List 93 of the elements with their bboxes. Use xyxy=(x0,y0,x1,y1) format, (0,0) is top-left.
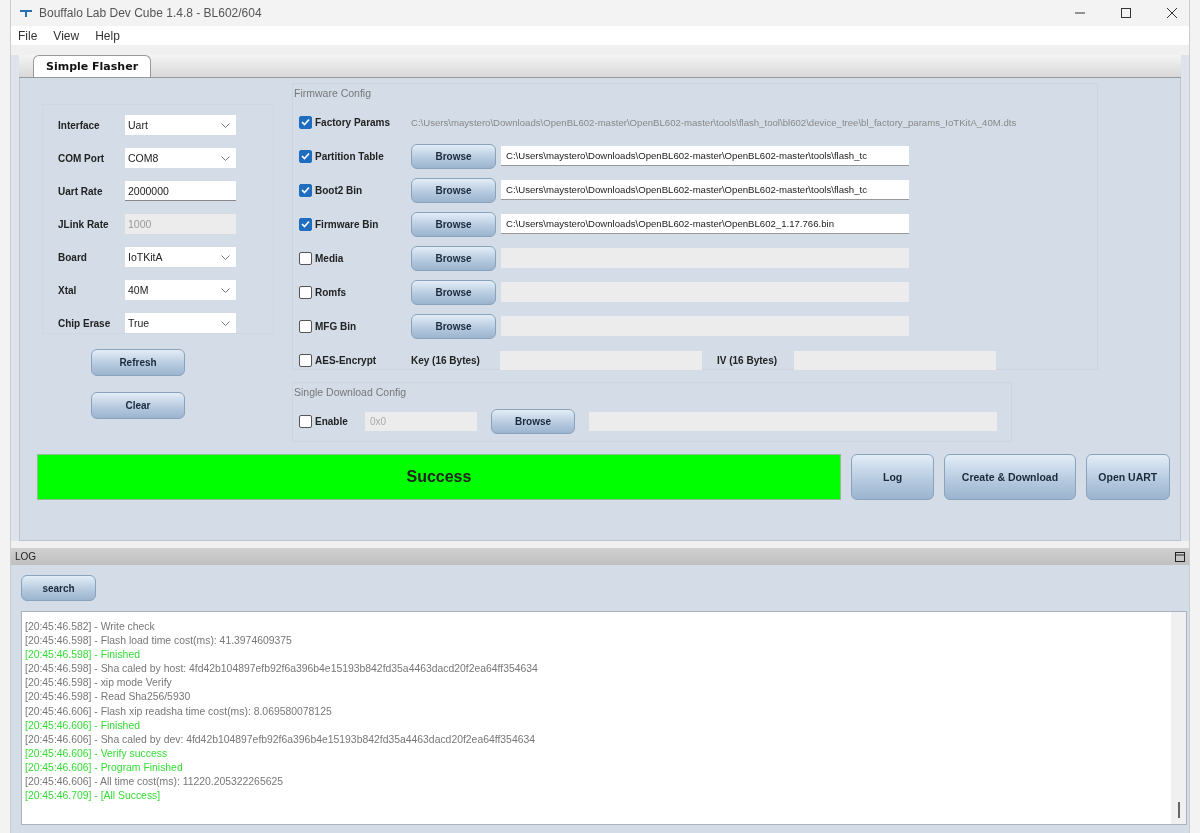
log-line: [20:45:46.598] - Finished xyxy=(25,648,141,663)
field-label: Interface xyxy=(58,119,101,131)
checkbox-label: Partition Table xyxy=(315,150,384,162)
dropdown[interactable]: COM8 xyxy=(125,148,236,168)
checkmark-icon xyxy=(301,186,310,194)
field-label: COM Port xyxy=(58,152,106,164)
maximize-icon xyxy=(1121,8,1131,18)
path-field[interactable] xyxy=(589,411,997,431)
menu-item[interactable]: Help xyxy=(94,28,121,43)
path-field[interactable] xyxy=(501,316,909,336)
checkbox[interactable] xyxy=(299,319,312,333)
log-line: [20:45:46.606] - Sha caled by dev: 4fd42b104897efb92f6a396b4e15193b842fd35a4463dacd20f2ea64ff354634 xyxy=(25,732,536,747)
button[interactable]: Log xyxy=(850,454,935,500)
checkbox-label: Boot2 Bin xyxy=(315,184,363,196)
browse-button[interactable]: Browse xyxy=(411,279,496,305)
browse-button[interactable]: Browse xyxy=(411,177,496,203)
close-icon xyxy=(1167,8,1177,18)
iv-field[interactable] xyxy=(794,350,996,370)
log-line: [20:45:46.606] - Program Finished xyxy=(25,760,184,775)
app-icon xyxy=(19,8,33,18)
field-label: IV (16 Bytes) xyxy=(717,354,779,366)
checkbox-label: MFG Bin xyxy=(315,320,357,332)
panel-title: LOG xyxy=(15,551,37,562)
path-field[interactable]: C:\Users\maystero\Downloads\OpenBL602-master\OpenBL602-master\tools\flash_tc xyxy=(501,180,909,200)
path-field[interactable] xyxy=(501,248,909,268)
group-title: Single Download Config xyxy=(294,386,408,398)
button[interactable]: Clear xyxy=(91,392,185,419)
key-field[interactable] xyxy=(500,350,702,370)
browse-button[interactable]: Browse xyxy=(411,143,496,169)
restore-icon xyxy=(1175,551,1185,562)
checkbox[interactable] xyxy=(299,149,312,163)
checkmark-icon xyxy=(301,220,310,228)
field-label: Key (16 Bytes) xyxy=(411,354,481,366)
checkbox-label: Firmware Bin xyxy=(315,218,379,230)
chevron-icon xyxy=(221,155,230,161)
log-line: [20:45:46.598] - Read Sha256/5930 xyxy=(25,690,192,705)
chevron-icon xyxy=(221,320,230,326)
log-line: [20:45:46.598] - Sha caled by host: 4fd42b104897efb92f6a396b4e15193b842fd35a4463dacd20f2ea64ff354634 xyxy=(25,662,539,677)
checkmark-icon xyxy=(301,152,310,160)
dropdown[interactable]: IoTKitA xyxy=(125,247,236,267)
field-label: Uart Rate xyxy=(58,185,104,197)
tab[interactable]: Simple Flasher xyxy=(33,55,152,77)
chevron-icon xyxy=(221,254,230,260)
file-path: C:\Users\maystero\Downloads\OpenBL602-master\OpenBL602-master\tools\flash_tool\bl602\device_tree\bl_factory_params_IoTKitA_40M.dts xyxy=(411,116,1017,128)
log-line: [20:45:46.709] - [All Success] xyxy=(25,789,162,804)
log-line: [20:45:46.582] - Write check xyxy=(25,620,156,634)
field-label: JLink Rate xyxy=(58,218,110,230)
button[interactable]: Refresh xyxy=(91,349,185,376)
checkmark-icon xyxy=(301,118,310,126)
log-line: [20:45:46.598] - Flash load time cost(ms): 41.3974609375 xyxy=(25,634,293,649)
button[interactable]: Open UART xyxy=(1085,454,1170,500)
checkbox-label: Romfs xyxy=(315,286,347,298)
search-button[interactable]: search xyxy=(21,575,96,601)
log-line: [20:45:46.606] - Verify success xyxy=(25,746,169,761)
log-line: [20:45:46.606] - Finished xyxy=(25,718,141,733)
scrollbar[interactable] xyxy=(1171,612,1186,824)
log-line: [20:45:46.606] - Flash xip readsha time cost(ms): 8.069580078125 xyxy=(25,704,333,719)
chevron-icon xyxy=(221,122,230,128)
log-line: [20:45:46.606] - All time cost(ms): 11220.205322265625 xyxy=(25,775,284,790)
scroll-thumb[interactable] xyxy=(1177,802,1180,818)
window-title: Bouffalo Lab Dev Cube 1.4.8 - BL602/604 xyxy=(39,6,262,20)
checkbox[interactable] xyxy=(299,115,312,129)
checkbox-label: AES-Encrypt xyxy=(315,354,377,366)
dropdown[interactable]: Uart xyxy=(125,115,236,135)
checkbox[interactable] xyxy=(299,285,312,299)
checkbox-label: Enable xyxy=(315,415,348,427)
dropdown[interactable]: True xyxy=(125,313,236,333)
checkbox[interactable] xyxy=(299,217,312,231)
browse-button[interactable]: Browse xyxy=(411,245,496,271)
menu-item[interactable]: View xyxy=(52,28,81,43)
log-line: [20:45:46.598] - xip mode Verify xyxy=(25,676,173,691)
path-field[interactable]: C:\Users\maystero\Downloads\OpenBL602-master\OpenBL602_1.17.766.bin xyxy=(501,214,909,234)
checkbox[interactable] xyxy=(299,251,312,265)
input-field[interactable]: 2000000 xyxy=(125,181,236,201)
field-label: Chip Erase xyxy=(58,317,112,329)
checkbox-label: Media xyxy=(315,252,344,264)
field-label: Xtal xyxy=(58,284,78,296)
chevron-icon xyxy=(221,287,230,293)
group-title: Firmware Config xyxy=(294,87,373,99)
dropdown[interactable]: 40M xyxy=(125,280,236,300)
checkbox[interactable] xyxy=(299,353,312,367)
browse-button[interactable]: Browse xyxy=(411,313,496,339)
path-field[interactable] xyxy=(501,282,909,302)
browse-button[interactable]: Browse xyxy=(491,408,575,434)
button[interactable]: Create & Download xyxy=(944,454,1076,500)
checkbox-label: Factory Params xyxy=(315,116,391,128)
checkbox[interactable] xyxy=(299,414,312,428)
field-label: Board xyxy=(58,251,88,263)
path-field[interactable]: C:\Users\maystero\Downloads\OpenBL602-master\OpenBL602-master\tools\flash_tc xyxy=(501,146,909,166)
menu-item[interactable]: File xyxy=(17,28,39,43)
checkbox[interactable] xyxy=(299,183,312,197)
status-bar: Success xyxy=(37,454,841,500)
browse-button[interactable]: Browse xyxy=(411,211,496,237)
